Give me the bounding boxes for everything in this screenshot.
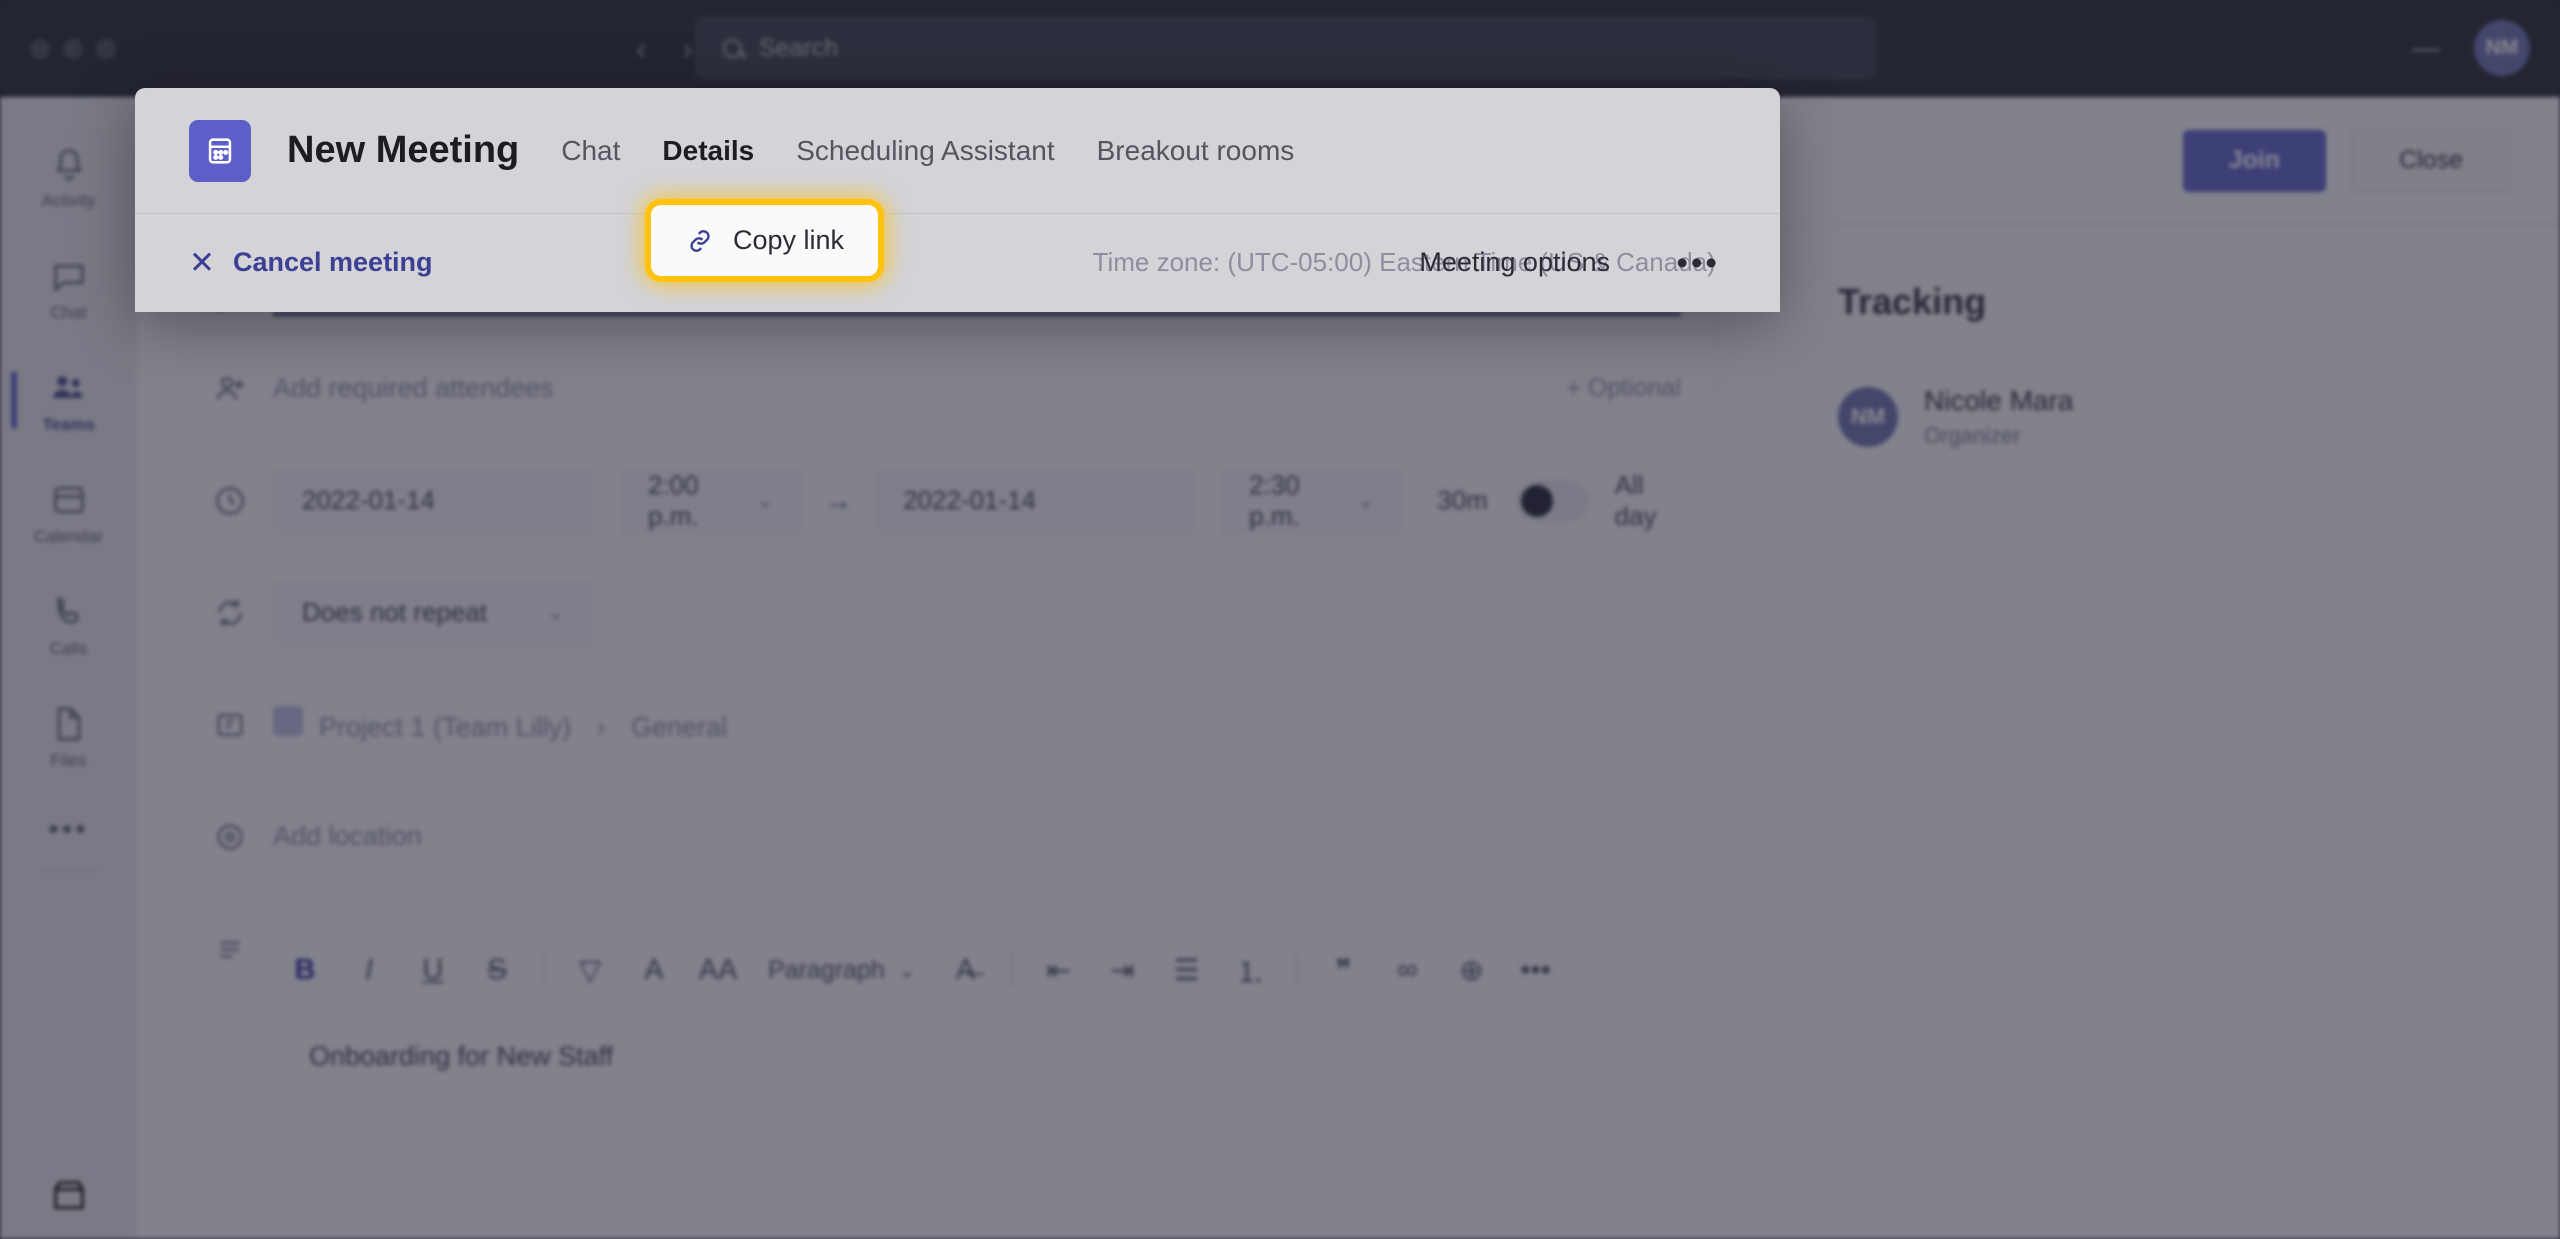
tab-scheduling-assistant[interactable]: Scheduling Assistant [796, 135, 1054, 167]
dialog-header: New Meeting Chat Details Scheduling Assi… [135, 88, 1780, 214]
dialog-toolbar: ✕ Cancel meeting Copy link Time zone: (U… [135, 205, 1780, 311]
timezone-label: Time zone: (UTC-05:00) Eastern Time (US … [1092, 247, 1716, 277]
tab-details[interactable]: Details [662, 135, 754, 167]
dialog-overflow-button[interactable]: ••• [1676, 244, 1720, 282]
link-icon [690, 229, 710, 252]
cancel-meeting-button[interactable]: ✕ Cancel meeting [189, 245, 433, 281]
tab-breakout-rooms[interactable]: Breakout rooms [1097, 135, 1295, 167]
calendar-app-icon [189, 119, 251, 182]
copy-link-button[interactable]: Copy link [651, 205, 879, 276]
cancel-meeting-label: Cancel meeting [232, 247, 433, 277]
tab-chat[interactable]: Chat [561, 135, 620, 167]
close-x-icon: ✕ [189, 244, 215, 280]
new-meeting-dialog: New Meeting Chat Details Scheduling Assi… [135, 88, 1780, 312]
copy-link-label: Copy link [733, 225, 845, 255]
meeting-options-button[interactable]: Meeting options [1419, 247, 1610, 278]
page-title: New Meeting [287, 129, 520, 171]
